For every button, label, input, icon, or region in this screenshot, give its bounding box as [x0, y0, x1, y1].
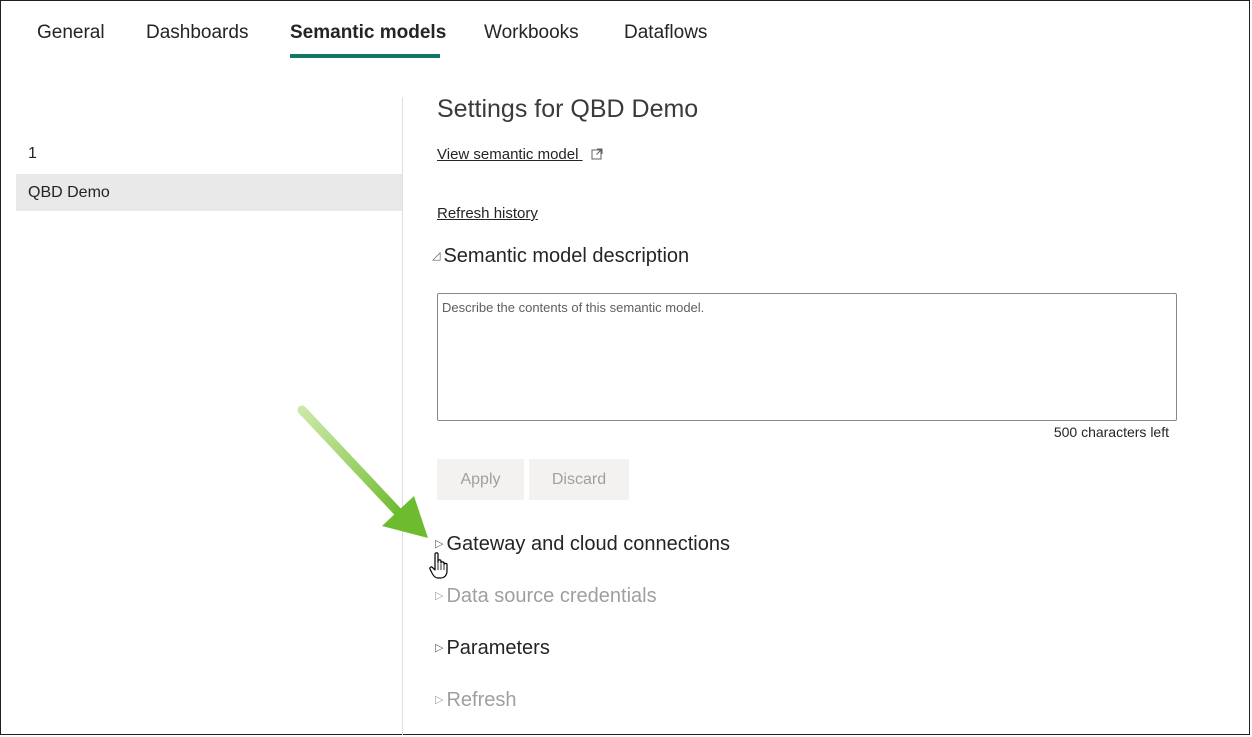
caret-collapsed-icon: ▷ [435, 642, 444, 654]
refresh-history-link[interactable]: Refresh history [437, 205, 538, 222]
gateway-connections-header[interactable]: ▷ Gateway and cloud connections [435, 533, 730, 556]
caret-collapsed-icon: ▷ [435, 694, 444, 706]
data-source-credentials-header[interactable]: ▷ Data source credentials [435, 585, 657, 608]
active-tab-indicator [290, 54, 440, 58]
settings-panel: Settings for QBD Demo View semantic mode… [432, 0, 1217, 737]
section-label: Data source credentials [446, 585, 657, 607]
caret-expanded-icon: ◿ [432, 250, 441, 262]
refresh-header[interactable]: ▷ Refresh [435, 689, 517, 712]
view-semantic-model-label: View semantic model [437, 146, 579, 163]
semantic-model-description-header[interactable]: ◿ Semantic model description [432, 245, 689, 268]
view-semantic-model-link[interactable]: View semantic model [437, 146, 603, 164]
characters-left: 500 characters left [1053, 424, 1169, 440]
tab-general[interactable]: General [37, 20, 105, 60]
apply-button[interactable]: Apply [437, 459, 524, 500]
list-item-selected[interactable]: QBD Demo [16, 174, 402, 211]
caret-collapsed-icon: ▷ [435, 590, 444, 602]
section-label: Gateway and cloud connections [446, 533, 730, 555]
list-item[interactable]: 1 [16, 135, 402, 172]
hand-pointer-icon [429, 552, 451, 585]
description-textarea[interactable] [437, 293, 1177, 421]
section-label: Refresh [446, 689, 517, 711]
section-label: Semantic model description [443, 245, 690, 267]
tab-dashboards[interactable]: Dashboards [146, 20, 248, 60]
external-link-icon [591, 147, 603, 164]
section-label: Parameters [446, 637, 550, 659]
parameters-header[interactable]: ▷ Parameters [435, 637, 550, 660]
green-arrow-icon [290, 398, 440, 553]
page-title: Settings for QBD Demo [437, 95, 699, 123]
discard-button[interactable]: Discard [529, 459, 629, 500]
